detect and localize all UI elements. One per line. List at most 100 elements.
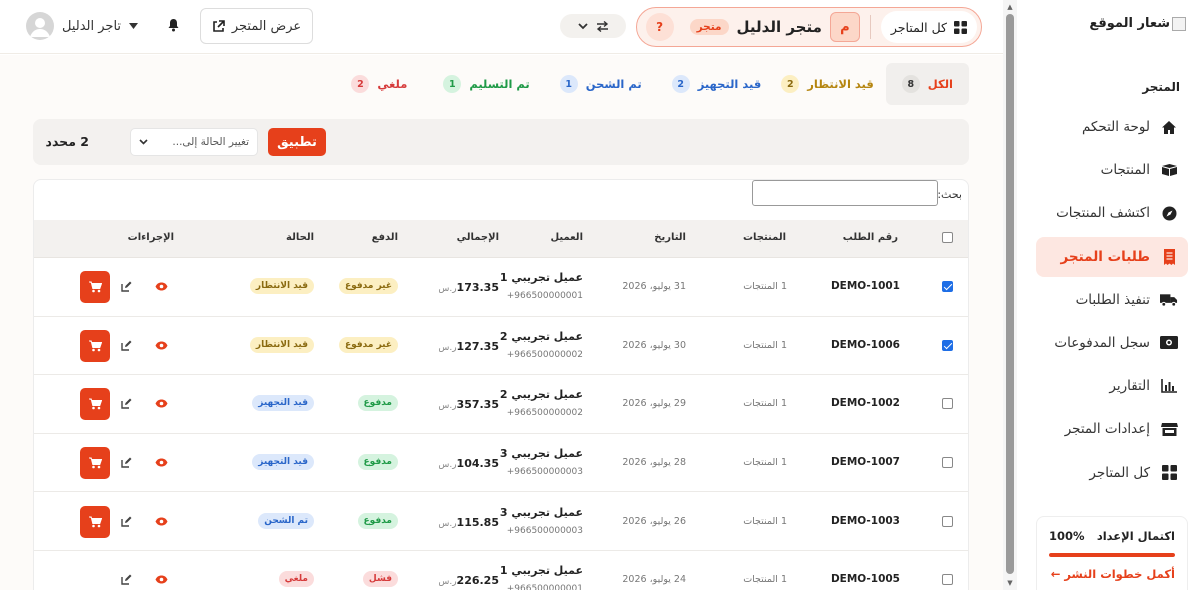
all-stores-button[interactable]: كل المتاجر <box>880 11 977 43</box>
currency-label: ر.س <box>438 342 457 353</box>
edit-icon[interactable] <box>121 516 132 527</box>
page-scrollbar[interactable]: ▲ ▼ <box>1003 0 1017 590</box>
order-id[interactable]: DEMO-1006 <box>831 339 900 351</box>
table-row: DEMO-1006 1 المنتجات 30 يوليو، 2026 عميل تج… <box>34 317 968 376</box>
sidebar-item-store[interactable]: إعدادات المتجر <box>1036 409 1188 449</box>
order-id[interactable]: DEMO-1007 <box>831 456 900 468</box>
sidebar-item-receipt[interactable]: طلبات المتجر <box>1036 236 1188 277</box>
view-eye-icon[interactable] <box>155 458 168 467</box>
th-order[interactable]: رقم الطلب <box>843 232 898 243</box>
tab-label: قيد الانتظار <box>807 77 874 91</box>
apply-button[interactable]: تطبيق <box>268 128 326 156</box>
sidebar-item-chart[interactable]: التقارير <box>1036 366 1188 406</box>
edit-icon[interactable] <box>121 398 132 410</box>
row-checkbox[interactable] <box>942 339 953 351</box>
order-date: 24 يوليو، 2026 <box>622 574 686 586</box>
order-id[interactable]: DEMO-1002 <box>831 397 900 409</box>
scroll-down-arrow-icon[interactable]: ▼ <box>1006 579 1014 587</box>
status-badge: ملغي <box>278 571 314 588</box>
select-all-checkbox[interactable] <box>942 232 953 243</box>
sidebar-item-label: لوحة التحكم <box>1081 119 1150 135</box>
status-badge: قيد التجهيز <box>252 454 314 471</box>
total-amount: 115.85 <box>456 515 499 529</box>
sidebar-item-box[interactable]: المنتجات <box>1036 150 1188 190</box>
tab-1[interactable]: قيد الانتظار 2 <box>781 63 874 105</box>
sidebar-item-money[interactable]: سجل المدفوعات <box>1036 323 1188 363</box>
sidebar-item-label: اكتشف المنتجات <box>1056 205 1150 222</box>
row-checkbox[interactable] <box>942 457 953 469</box>
row-checkbox[interactable] <box>942 398 953 410</box>
view-eye-icon[interactable] <box>155 399 168 408</box>
row-checkbox[interactable] <box>942 281 953 293</box>
cart-icon[interactable] <box>80 329 110 362</box>
site-logo[interactable]: شعار الموقع <box>1089 16 1186 31</box>
scroll-up-arrow-icon[interactable]: ▲ <box>1006 3 1014 11</box>
order-total: 173.35ر.س <box>436 280 499 294</box>
search-label: بحث: <box>937 188 962 201</box>
total-amount: 127.35 <box>456 339 499 353</box>
sidebar-nav: لوحة التحكم المنتجات اكتشف المنتجات طلبات ا… <box>1036 107 1188 496</box>
edit-icon[interactable] <box>121 340 132 351</box>
status-badge: قيد التجهيز <box>252 395 314 412</box>
store-switch-dropdown[interactable] <box>560 14 626 38</box>
bulk-actions-bar: 2 محدد تغيير الحالة إلى... تطبيق <box>33 119 969 165</box>
edit-icon[interactable] <box>121 574 132 585</box>
sidebar-item-truck[interactable]: تنفيذ الطلبات <box>1036 280 1188 320</box>
th-total[interactable]: الإجمالي <box>457 232 499 243</box>
row-checkbox[interactable] <box>942 515 953 527</box>
scrollbar-thumb[interactable] <box>1006 14 1014 574</box>
order-id[interactable]: DEMO-1005 <box>831 573 900 585</box>
bulk-status-select[interactable]: تغيير الحالة إلى... <box>130 128 258 156</box>
th-status[interactable]: الحالة <box>286 232 314 243</box>
view-store-button[interactable]: عرض المتجر <box>200 8 313 44</box>
user-menu[interactable]: تاجر الدليل <box>26 12 139 40</box>
search-input[interactable] <box>752 180 938 206</box>
order-total: 104.35ر.س <box>436 456 499 470</box>
customer-phone: +966500000001 <box>506 291 583 302</box>
tab-count-badge: 1 <box>443 75 462 93</box>
order-date: 28 يوليو، 2026 <box>622 457 686 469</box>
sidebar-item-grid[interactable]: كل المتاجر <box>1036 453 1188 493</box>
th-customer[interactable]: العميل <box>550 232 583 243</box>
tab-3[interactable]: تم الشحن 1 <box>559 63 642 105</box>
sidebar-item-compass[interactable]: اكتشف المنتجات <box>1036 193 1188 233</box>
sidebar-item-label: طلبات المتجر <box>1060 248 1150 265</box>
order-total: 115.85ر.س <box>436 515 499 529</box>
th-products[interactable]: المنتجات <box>743 232 786 243</box>
total-amount: 173.35 <box>456 281 499 295</box>
view-eye-icon[interactable] <box>155 341 168 350</box>
swap-arrows-icon <box>596 20 609 32</box>
order-id[interactable]: DEMO-1001 <box>831 280 900 292</box>
sidebar-item-home[interactable]: لوحة التحكم <box>1036 107 1188 147</box>
status-badge: قيد الانتظار <box>249 336 314 353</box>
order-date: 31 يوليو، 2026 <box>622 281 686 293</box>
bell-icon[interactable] <box>167 18 180 32</box>
tab-4[interactable]: تم التسليم 1 <box>443 63 530 105</box>
chevron-down-icon <box>139 139 148 145</box>
complete-steps-link[interactable]: أكمل خطوات النشر ← <box>1049 567 1175 581</box>
tab-count-badge: 2 <box>671 75 690 93</box>
cart-icon[interactable] <box>80 505 110 538</box>
row-checkbox[interactable] <box>942 574 953 586</box>
cart-icon[interactable] <box>80 271 110 304</box>
cart-icon[interactable] <box>80 447 110 480</box>
help-button[interactable]: ? <box>645 13 674 41</box>
view-eye-icon[interactable] <box>155 282 168 291</box>
view-eye-icon[interactable] <box>155 517 168 526</box>
th-payment[interactable]: الدفع <box>372 232 398 243</box>
tab-0[interactable]: الكل 8 <box>885 63 969 105</box>
order-id[interactable]: DEMO-1003 <box>831 515 900 527</box>
edit-icon[interactable] <box>121 281 132 292</box>
tab-2[interactable]: قيد التجهيز 2 <box>671 63 761 105</box>
store-icon <box>1160 420 1178 438</box>
tab-5[interactable]: ملغي 2 <box>351 63 407 105</box>
customer-phone: +966500000003 <box>506 467 583 478</box>
th-date[interactable]: التاريخ <box>654 232 686 243</box>
grid-icon <box>1160 464 1178 482</box>
edit-icon[interactable] <box>121 457 132 468</box>
order-total: 357.35ر.س <box>436 397 499 411</box>
money-icon <box>1160 334 1178 352</box>
top-bar: كل المتاجر م متجر الدليل متجر ? عرض المت… <box>0 0 1003 54</box>
view-eye-icon[interactable] <box>155 575 168 584</box>
cart-icon[interactable] <box>80 388 110 421</box>
